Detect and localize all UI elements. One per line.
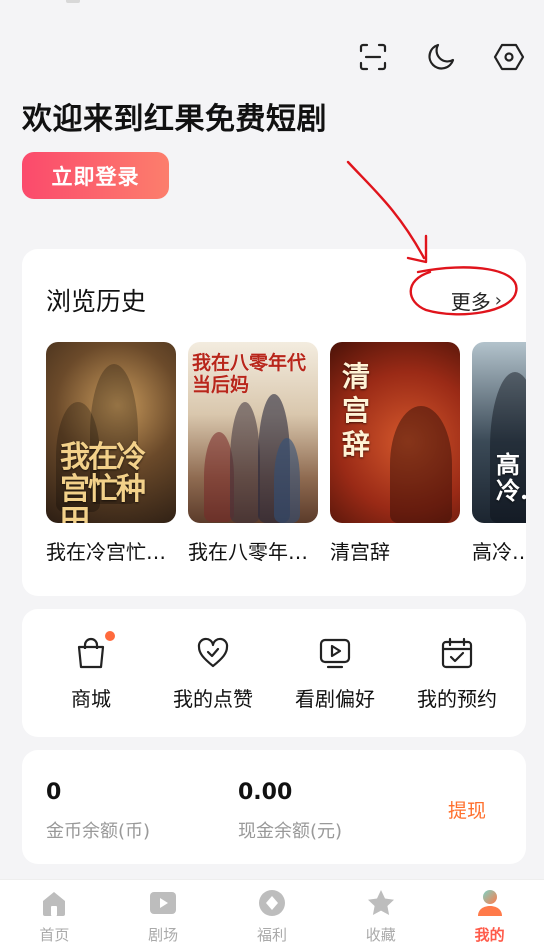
wallet-card: 0 金币余额(币) 0.00 现金余额(元) 提现 [22, 750, 526, 864]
drama-poster: 我在冷宫忙种田 [46, 342, 176, 523]
poster-figure [274, 438, 300, 523]
poster-figure [230, 402, 260, 523]
cash-balance-label: 现金余额(元) [238, 821, 343, 842]
history-item[interactable]: 我在冷宫忙种田 我在冷宫忙… [46, 342, 176, 565]
tab-label: 我的 [474, 926, 505, 944]
shortcut-label: 我的点赞 [173, 686, 253, 711]
shortcut-label: 我的预约 [417, 686, 497, 711]
profile-icon [477, 890, 502, 916]
notification-dot [105, 630, 115, 641]
scan-button[interactable] [356, 40, 390, 74]
shortcut-label: 商城 [71, 686, 111, 711]
shortcut-likes[interactable]: 我的点赞 [153, 635, 273, 712]
more-label: 更多 [450, 290, 491, 314]
tab-favorites[interactable]: 收藏 [336, 888, 426, 945]
night-mode-button[interactable] [424, 40, 458, 74]
shortcut-card: 商城 我的点赞 看剧偏好 我的预约 [22, 609, 526, 737]
coin-balance-label: 金币余额(币) [46, 821, 151, 842]
login-button[interactable]: 立即登录 [22, 152, 169, 199]
coin-icon [258, 890, 285, 916]
chevron-right-icon: › [494, 290, 502, 311]
heart-icon [197, 637, 229, 667]
drama-poster: 高冷… [472, 342, 526, 523]
theater-play-icon [150, 892, 177, 914]
poster-title: 高冷… [496, 450, 526, 505]
top-toolbar [356, 40, 526, 74]
star-icon [367, 890, 394, 915]
drama-title: 高冷… [472, 540, 526, 564]
settings-button[interactable] [492, 40, 526, 74]
home-icon [43, 892, 66, 916]
cash-balance-value: 0.00 [238, 780, 293, 805]
cash-balance[interactable]: 0.00 现金余额(元) [238, 780, 342, 843]
settings-icon [493, 43, 525, 71]
shortcut-preferences[interactable]: 看剧偏好 [275, 635, 395, 712]
history-list: 我在冷宫忙种田 我在冷宫忙… 我在八零年代当后妈 我在八零年… 清宫辞 清宫辞 [46, 342, 526, 565]
scan-icon [359, 43, 387, 71]
history-item[interactable]: 清宫辞 清宫辞 [330, 342, 460, 565]
history-card: 浏览历史 更多 › 我在冷宫忙种田 我在冷宫忙… 我在八零年代当后妈 我在八零年… [22, 249, 526, 596]
drama-title: 我在冷宫忙… [46, 540, 166, 564]
bottom-tab-bar: 首页 剧场 福利 收藏 我的 [0, 880, 544, 952]
drama-poster: 我在八零年代当后妈 [188, 342, 318, 523]
moon-icon [428, 43, 455, 70]
history-title: 浏览历史 [46, 287, 147, 316]
drama-title: 我在八零年… [188, 540, 308, 564]
tab-label: 收藏 [365, 926, 396, 944]
shortcut-mall[interactable]: 商城 [31, 630, 151, 712]
play-screen-icon [319, 638, 351, 668]
withdraw-button[interactable]: 提现 [448, 796, 486, 823]
history-more-link[interactable]: 更多 › [451, 286, 502, 315]
poster-figure [390, 406, 452, 523]
shortcut-label: 看剧偏好 [295, 686, 375, 711]
drama-title: 清宫辞 [330, 540, 390, 564]
drama-poster: 清宫辞 [330, 342, 460, 523]
tab-theater[interactable]: 剧场 [118, 888, 208, 945]
tab-home[interactable]: 首页 [9, 888, 99, 945]
poster-title: 我在八零年代当后妈 [192, 352, 307, 396]
poster-title: 清宫辞 [342, 360, 371, 461]
history-item[interactable]: 高冷… 高冷… [472, 342, 526, 565]
tab-welfare[interactable]: 福利 [227, 888, 317, 945]
tab-label: 剧场 [148, 926, 179, 944]
welcome-title: 欢迎来到红果免费短剧 [22, 102, 327, 137]
coin-balance-value: 0 [46, 780, 62, 805]
tab-profile[interactable]: 我的 [445, 888, 535, 945]
coin-balance[interactable]: 0 金币余额(币) [46, 780, 150, 843]
calendar-check-icon [441, 637, 473, 668]
shopping-bag-icon [77, 637, 105, 668]
shortcut-reservations[interactable]: 我的预约 [397, 635, 517, 712]
history-item[interactable]: 我在八零年代当后妈 我在八零年… [188, 342, 318, 565]
status-bar-indicator [66, 0, 80, 3]
tab-label: 福利 [256, 926, 287, 944]
tab-label: 首页 [39, 926, 70, 944]
annotation-arrow-line [346, 160, 426, 260]
poster-title: 我在冷宫忙种田 [60, 440, 146, 524]
